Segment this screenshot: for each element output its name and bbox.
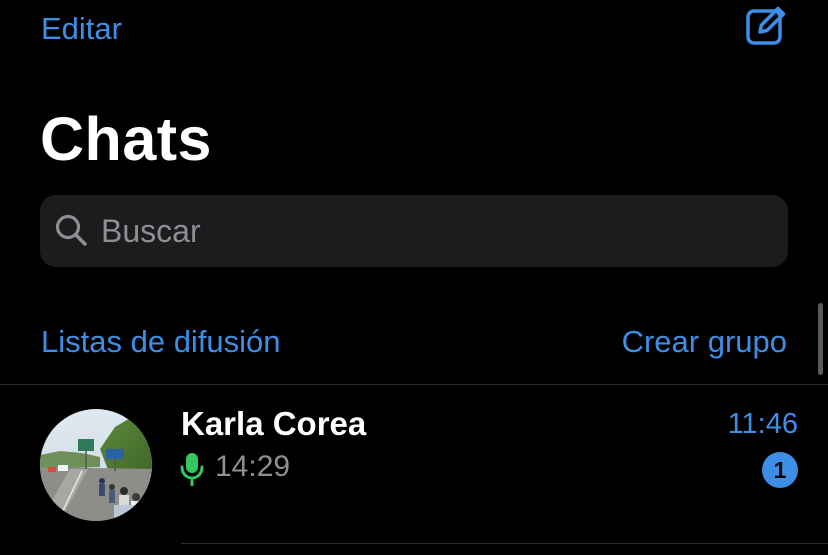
avatar[interactable] (40, 409, 152, 521)
new-group-link[interactable]: Crear grupo (622, 322, 787, 362)
unread-badge: 1 (762, 452, 798, 488)
contact-name: Karla Corea (181, 405, 367, 442)
edit-button[interactable]: Editar (41, 9, 122, 49)
divider (181, 543, 828, 544)
avatar-photo (40, 409, 152, 521)
microphone-icon (180, 453, 204, 486)
broadcast-lists-link[interactable]: Listas de difusión (41, 322, 281, 362)
last-message-preview: 14:29 (215, 450, 291, 483)
compose-button[interactable] (744, 3, 790, 47)
chat-timestamp: 11:46 (727, 408, 798, 440)
search-icon (55, 214, 87, 246)
search-input[interactable] (101, 195, 761, 267)
chat-row[interactable]: Karla Corea 14:29 11:46 1 (0, 385, 828, 555)
scrollbar[interactable] (818, 303, 823, 375)
page-title: Chats (40, 105, 212, 173)
search-bar[interactable] (40, 195, 788, 267)
compose-icon (746, 6, 786, 45)
